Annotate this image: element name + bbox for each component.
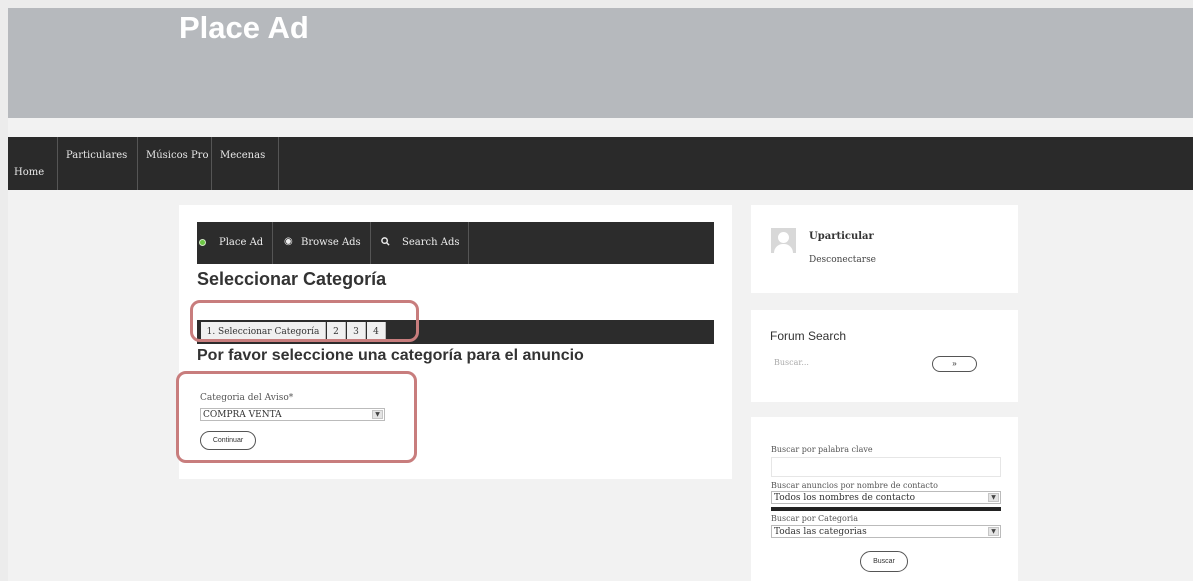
contact-select[interactable]: Todos los nombres de contacto ▼: [771, 491, 1001, 504]
category-search-select[interactable]: Todas las categorias ▼: [771, 525, 1001, 538]
nav-item-label: Particulares: [66, 150, 128, 161]
main-nav: Home Particulares Músicos Pro Mecenas: [8, 137, 1193, 190]
place-ad-link[interactable]: Place Ad: [197, 222, 273, 264]
step-1[interactable]: 1. Seleccionar Categoría: [201, 322, 326, 342]
forum-search-title: Forum Search: [770, 329, 847, 343]
browse-ads-label: Browse Ads: [301, 237, 361, 248]
search-icon: [381, 237, 391, 247]
step-2[interactable]: 2: [327, 322, 346, 342]
avatar: [771, 228, 796, 253]
search-button[interactable]: Buscar: [860, 551, 908, 572]
nav-item-label: Mecenas: [220, 150, 266, 161]
user-name[interactable]: Uparticular: [809, 231, 874, 242]
place-ad-icon: [199, 239, 206, 246]
eye-icon: ◉: [284, 236, 293, 247]
site-title: Place Ad: [179, 10, 309, 45]
divider: [771, 507, 1001, 511]
browse-ads-link[interactable]: ◉ Browse Ads: [273, 222, 371, 264]
contact-select-value: Todos los nombres de contacto: [774, 493, 916, 503]
page-heading: Seleccionar Categoría: [197, 269, 387, 289]
ad-search-card: Buscar por palabra clave Buscar anuncios…: [751, 417, 1018, 581]
nav-item-particulares[interactable]: Particulares: [58, 137, 138, 190]
category-select[interactable]: COMPRA VENTA ▼: [200, 408, 385, 421]
category-prompt: Por favor seleccione una categoría para …: [197, 347, 584, 364]
nav-item-musicos-pro[interactable]: Músicos Pro: [138, 137, 212, 190]
step-4[interactable]: 4: [367, 322, 386, 342]
category-label: Categoria del Aviso*: [200, 393, 294, 403]
forum-search-button[interactable]: »: [932, 356, 977, 372]
main-content: Place Ad ◉ Browse Ads Search Ads Selecci…: [176, 205, 732, 479]
nav-item-home[interactable]: Home: [8, 137, 58, 190]
chevron-down-icon: ▼: [988, 493, 999, 502]
contact-label: Buscar anuncios por nombre de contacto: [771, 481, 938, 490]
category-select-value: COMPRA VENTA: [203, 410, 282, 420]
step-3[interactable]: 3: [347, 322, 366, 342]
forum-search-card: Forum Search Buscar... »: [751, 310, 1018, 402]
site-header: Place Ad: [8, 8, 1193, 118]
user-card: Uparticular Desconectarse: [751, 205, 1018, 293]
place-ad-label: Place Ad: [219, 237, 264, 248]
chevron-down-icon: ▼: [372, 410, 383, 419]
search-ads-label: Search Ads: [402, 237, 460, 248]
keyword-input[interactable]: [771, 457, 1001, 477]
continue-button[interactable]: Continuar: [200, 431, 256, 450]
ads-toolbar: Place Ad ◉ Browse Ads Search Ads: [197, 222, 714, 264]
nav-item-label: Home: [14, 167, 45, 178]
page: Place Ad Home Particulares Músicos Pro M…: [8, 8, 1193, 581]
keyword-label: Buscar por palabra clave: [771, 445, 873, 454]
nav-item-label: Músicos Pro: [146, 150, 209, 161]
category-search-label: Buscar por Categoria: [771, 514, 858, 523]
search-ads-link[interactable]: Search Ads: [371, 222, 469, 264]
nav-item-mecenas[interactable]: Mecenas: [212, 137, 279, 190]
steps-bar: 1. Seleccionar Categoría 2 3 4: [197, 320, 714, 344]
category-search-value: Todas las categorias: [774, 527, 867, 537]
forum-search-input[interactable]: Buscar...: [768, 352, 926, 374]
chevron-down-icon: ▼: [988, 527, 999, 536]
logout-link[interactable]: Desconectarse: [809, 255, 876, 265]
